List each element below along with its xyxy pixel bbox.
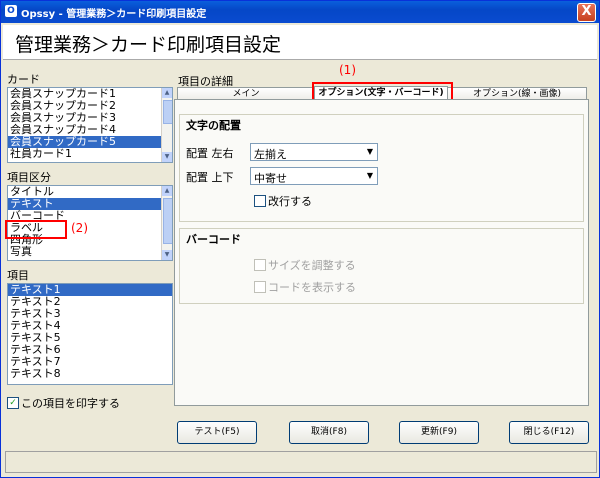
close-window-button[interactable]: X [577, 3, 596, 22]
scroll-thumb[interactable] [163, 100, 172, 124]
category-label: 項目区分 [7, 171, 51, 184]
test-button[interactable]: テスト(F5) [177, 421, 257, 444]
vert-align-label: 配置 上下 [186, 171, 234, 184]
horiz-align-value: 左揃え [254, 148, 287, 161]
print-item-checkbox[interactable]: ✓ [7, 397, 19, 409]
barcode-group: バーコード サイズを調整する コードを表示する [179, 228, 584, 304]
list-item[interactable]: 社員カード1 [8, 148, 172, 160]
fit-size-label: サイズを調整する [268, 259, 356, 272]
scroll-down-arrow-icon[interactable]: ▼ [162, 152, 172, 162]
show-code-label: コードを表示する [268, 281, 356, 294]
annotation-label-2: (2) [71, 221, 88, 235]
scroll-up-arrow-icon[interactable]: ▲ [162, 186, 172, 196]
page-header: 管理業務＞カード印刷項目設定 [3, 25, 597, 60]
card-list[interactable]: 会員スナップカード1 会員スナップカード2 会員スナップカード3 会員スナップカ… [7, 87, 173, 163]
horiz-align-label: 配置 左右 [186, 147, 234, 160]
scroll-up-arrow-icon[interactable]: ▲ [162, 88, 172, 98]
items-label: 項目 [7, 269, 29, 282]
status-bar [5, 451, 597, 473]
text-layout-title: 文字の配置 [186, 119, 241, 132]
close-button[interactable]: 閉じる(F12) [509, 421, 589, 444]
app-icon: O [5, 5, 17, 17]
card-label: カード [7, 73, 40, 86]
category-list-scrollbar[interactable]: ▲ ▼ [161, 186, 172, 260]
text-layout-group: 文字の配置 配置 左右 左揃え ▼ 配置 上下 中寄せ ▼ 改行する [179, 114, 584, 222]
list-item[interactable]: 写真 [8, 246, 172, 258]
card-list-scrollbar[interactable]: ▲ ▼ [161, 88, 172, 162]
scroll-thumb[interactable] [163, 198, 172, 244]
wrap-label: 改行する [268, 195, 312, 208]
horiz-align-select[interactable]: 左揃え ▼ [250, 143, 378, 161]
items-list[interactable]: テキスト1 テキスト2 テキスト3 テキスト4 テキスト5 テキスト6 テキスト… [7, 283, 173, 385]
cancel-button[interactable]: 取消(F8) [289, 421, 369, 444]
page-title: 管理業務＞カード印刷項目設定 [15, 34, 282, 56]
update-button[interactable]: 更新(F9) [399, 421, 479, 444]
scroll-down-arrow-icon[interactable]: ▼ [162, 250, 172, 260]
show-code-checkbox[interactable] [254, 281, 266, 293]
vert-align-value: 中寄せ [254, 172, 287, 185]
chevron-down-icon[interactable]: ▼ [363, 144, 377, 160]
window-title: Opssy - 管理業務＞カード印刷項目設定 [21, 9, 207, 20]
chevron-down-icon[interactable]: ▼ [363, 168, 377, 184]
wrap-checkbox[interactable] [254, 195, 266, 207]
annotation-label-1: (1) [339, 63, 356, 77]
tab-panel: 文字の配置 配置 左右 左揃え ▼ 配置 上下 中寄せ ▼ 改行する バーコード… [174, 99, 589, 406]
annotation-box-2 [5, 220, 67, 239]
title-bar[interactable]: O Opssy - 管理業務＞カード印刷項目設定 X [1, 1, 599, 23]
print-item-label: この項目を印字する [21, 397, 120, 410]
fit-size-checkbox[interactable] [254, 259, 266, 271]
main-window: O Opssy - 管理業務＞カード印刷項目設定 X 管理業務＞カード印刷項目設… [0, 0, 600, 478]
vert-align-select[interactable]: 中寄せ ▼ [250, 167, 378, 185]
list-item[interactable]: テキスト8 [8, 368, 172, 380]
barcode-title: バーコード [186, 233, 241, 246]
